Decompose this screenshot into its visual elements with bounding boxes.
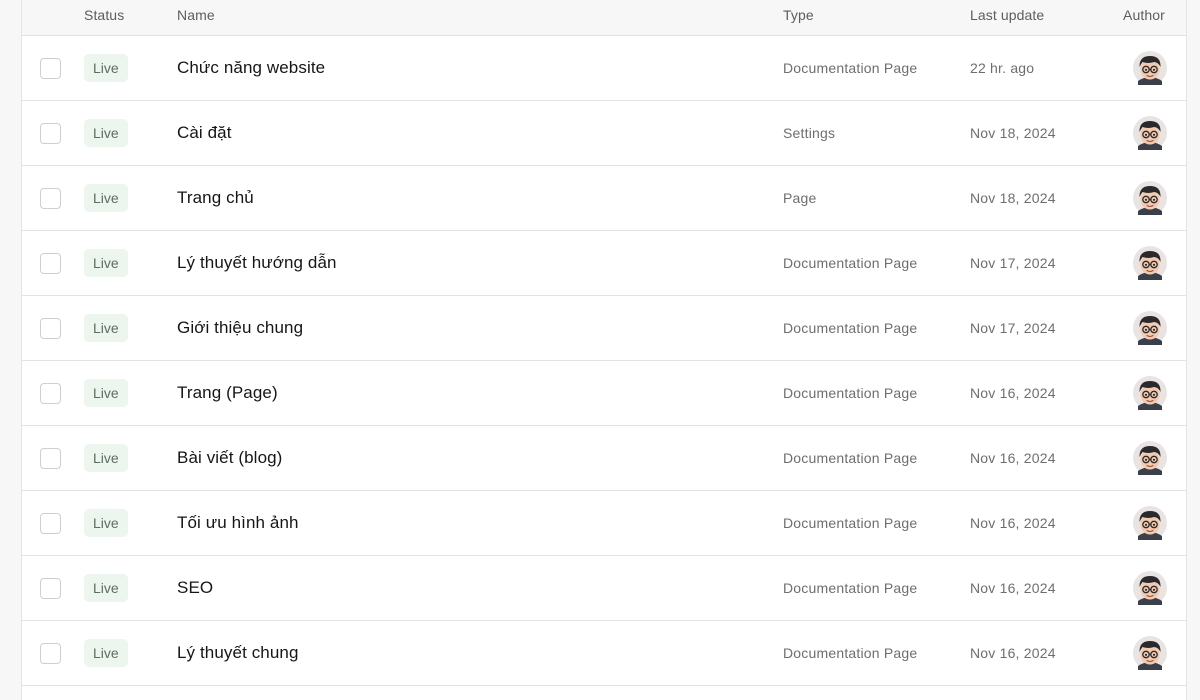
status-badge: Live xyxy=(84,314,128,342)
column-header-type[interactable]: Type xyxy=(783,0,814,30)
row-last-update: Nov 17, 2024 xyxy=(970,320,1056,336)
avatar-icon[interactable] xyxy=(1133,246,1167,280)
avatar-icon[interactable] xyxy=(1133,571,1167,605)
row-type: Page xyxy=(783,190,817,206)
row-type: Documentation Page xyxy=(783,645,918,661)
row-checkbox[interactable] xyxy=(40,123,61,144)
avatar-icon[interactable] xyxy=(1133,376,1167,410)
row-name[interactable]: SEO xyxy=(177,556,213,620)
row-last-update: 22 hr. ago xyxy=(970,60,1035,76)
status-badge: Live xyxy=(84,639,128,667)
table-row[interactable]: Live Bài viết (blog) Documentation Page … xyxy=(22,426,1186,491)
avatar-icon[interactable] xyxy=(1133,116,1167,150)
avatar-icon[interactable] xyxy=(1133,506,1167,540)
row-name[interactable]: Chức năng website xyxy=(177,36,325,100)
status-badge: Live xyxy=(84,119,128,147)
column-header-author[interactable]: Author xyxy=(1123,0,1165,30)
table-row[interactable]: Live SEO Documentation Page Nov 16, 2024 xyxy=(22,556,1186,621)
row-checkbox[interactable] xyxy=(40,188,61,209)
avatar-icon[interactable] xyxy=(1133,636,1167,670)
row-last-update: Nov 18, 2024 xyxy=(970,190,1056,206)
row-type: Settings xyxy=(783,125,836,141)
row-type: Documentation Page xyxy=(783,450,918,466)
column-header-name[interactable]: Name xyxy=(177,0,215,30)
avatar-icon[interactable] xyxy=(1133,51,1167,85)
column-header-last-update[interactable]: Last update xyxy=(970,0,1044,30)
row-type: Documentation Page xyxy=(783,255,918,271)
row-checkbox[interactable] xyxy=(40,383,61,404)
row-name[interactable]: Tối ưu hình ảnh xyxy=(177,491,299,555)
row-name[interactable]: Giới thiệu chung xyxy=(177,296,303,360)
row-checkbox[interactable] xyxy=(40,643,61,664)
row-last-update: Nov 18, 2024 xyxy=(970,125,1056,141)
table-row[interactable]: Live Chức năng website Documentation Pag… xyxy=(22,36,1186,101)
row-last-update: Nov 17, 2024 xyxy=(970,255,1056,271)
row-checkbox[interactable] xyxy=(40,578,61,599)
row-last-update: Nov 16, 2024 xyxy=(970,580,1056,596)
table-row[interactable]: Live Trang (Page) Documentation Page Nov… xyxy=(22,361,1186,426)
row-type: Documentation Page xyxy=(783,320,918,336)
table-row[interactable]: Live Cài đặt Settings Nov 18, 2024 xyxy=(22,101,1186,166)
row-name[interactable]: Lý thuyết hướng dẫn xyxy=(177,231,337,295)
row-name[interactable]: Bài viết (blog) xyxy=(177,426,282,490)
row-checkbox[interactable] xyxy=(40,253,61,274)
avatar-icon[interactable] xyxy=(1133,181,1167,215)
row-last-update: Nov 16, 2024 xyxy=(970,515,1056,531)
pages-table: Status Name Type Last update Author Live… xyxy=(21,0,1187,700)
table-header: Status Name Type Last update Author xyxy=(22,0,1186,36)
avatar-icon[interactable] xyxy=(1133,311,1167,345)
status-badge: Live xyxy=(84,54,128,82)
row-name[interactable]: Trang (Page) xyxy=(177,361,278,425)
status-badge: Live xyxy=(84,184,128,212)
table-body: Live Chức năng website Documentation Pag… xyxy=(22,36,1186,686)
status-badge: Live xyxy=(84,574,128,602)
row-checkbox[interactable] xyxy=(40,58,61,79)
avatar-icon[interactable] xyxy=(1133,441,1167,475)
table-row[interactable]: Live Giới thiệu chung Documentation Page… xyxy=(22,296,1186,361)
row-last-update: Nov 16, 2024 xyxy=(970,645,1056,661)
status-badge: Live xyxy=(84,379,128,407)
row-name[interactable]: Trang chủ xyxy=(177,166,254,230)
table-row[interactable]: Live Lý thuyết hướng dẫn Documentation P… xyxy=(22,231,1186,296)
column-header-status[interactable]: Status xyxy=(84,0,124,30)
table-row[interactable]: Live Trang chủ Page Nov 18, 2024 xyxy=(22,166,1186,231)
row-type: Documentation Page xyxy=(783,580,918,596)
row-type: Documentation Page xyxy=(783,385,918,401)
row-type: Documentation Page xyxy=(783,515,918,531)
table-row[interactable]: Live Lý thuyết chung Documentation Page … xyxy=(22,621,1186,686)
row-name[interactable]: Cài đặt xyxy=(177,101,232,165)
status-badge: Live xyxy=(84,509,128,537)
row-name[interactable]: Lý thuyết chung xyxy=(177,621,299,685)
status-badge: Live xyxy=(84,444,128,472)
row-type: Documentation Page xyxy=(783,60,918,76)
status-badge: Live xyxy=(84,249,128,277)
row-last-update: Nov 16, 2024 xyxy=(970,450,1056,466)
table-row[interactable]: Live Tối ưu hình ảnh Documentation Page … xyxy=(22,491,1186,556)
row-checkbox[interactable] xyxy=(40,318,61,339)
row-checkbox[interactable] xyxy=(40,448,61,469)
row-checkbox[interactable] xyxy=(40,513,61,534)
row-last-update: Nov 16, 2024 xyxy=(970,385,1056,401)
